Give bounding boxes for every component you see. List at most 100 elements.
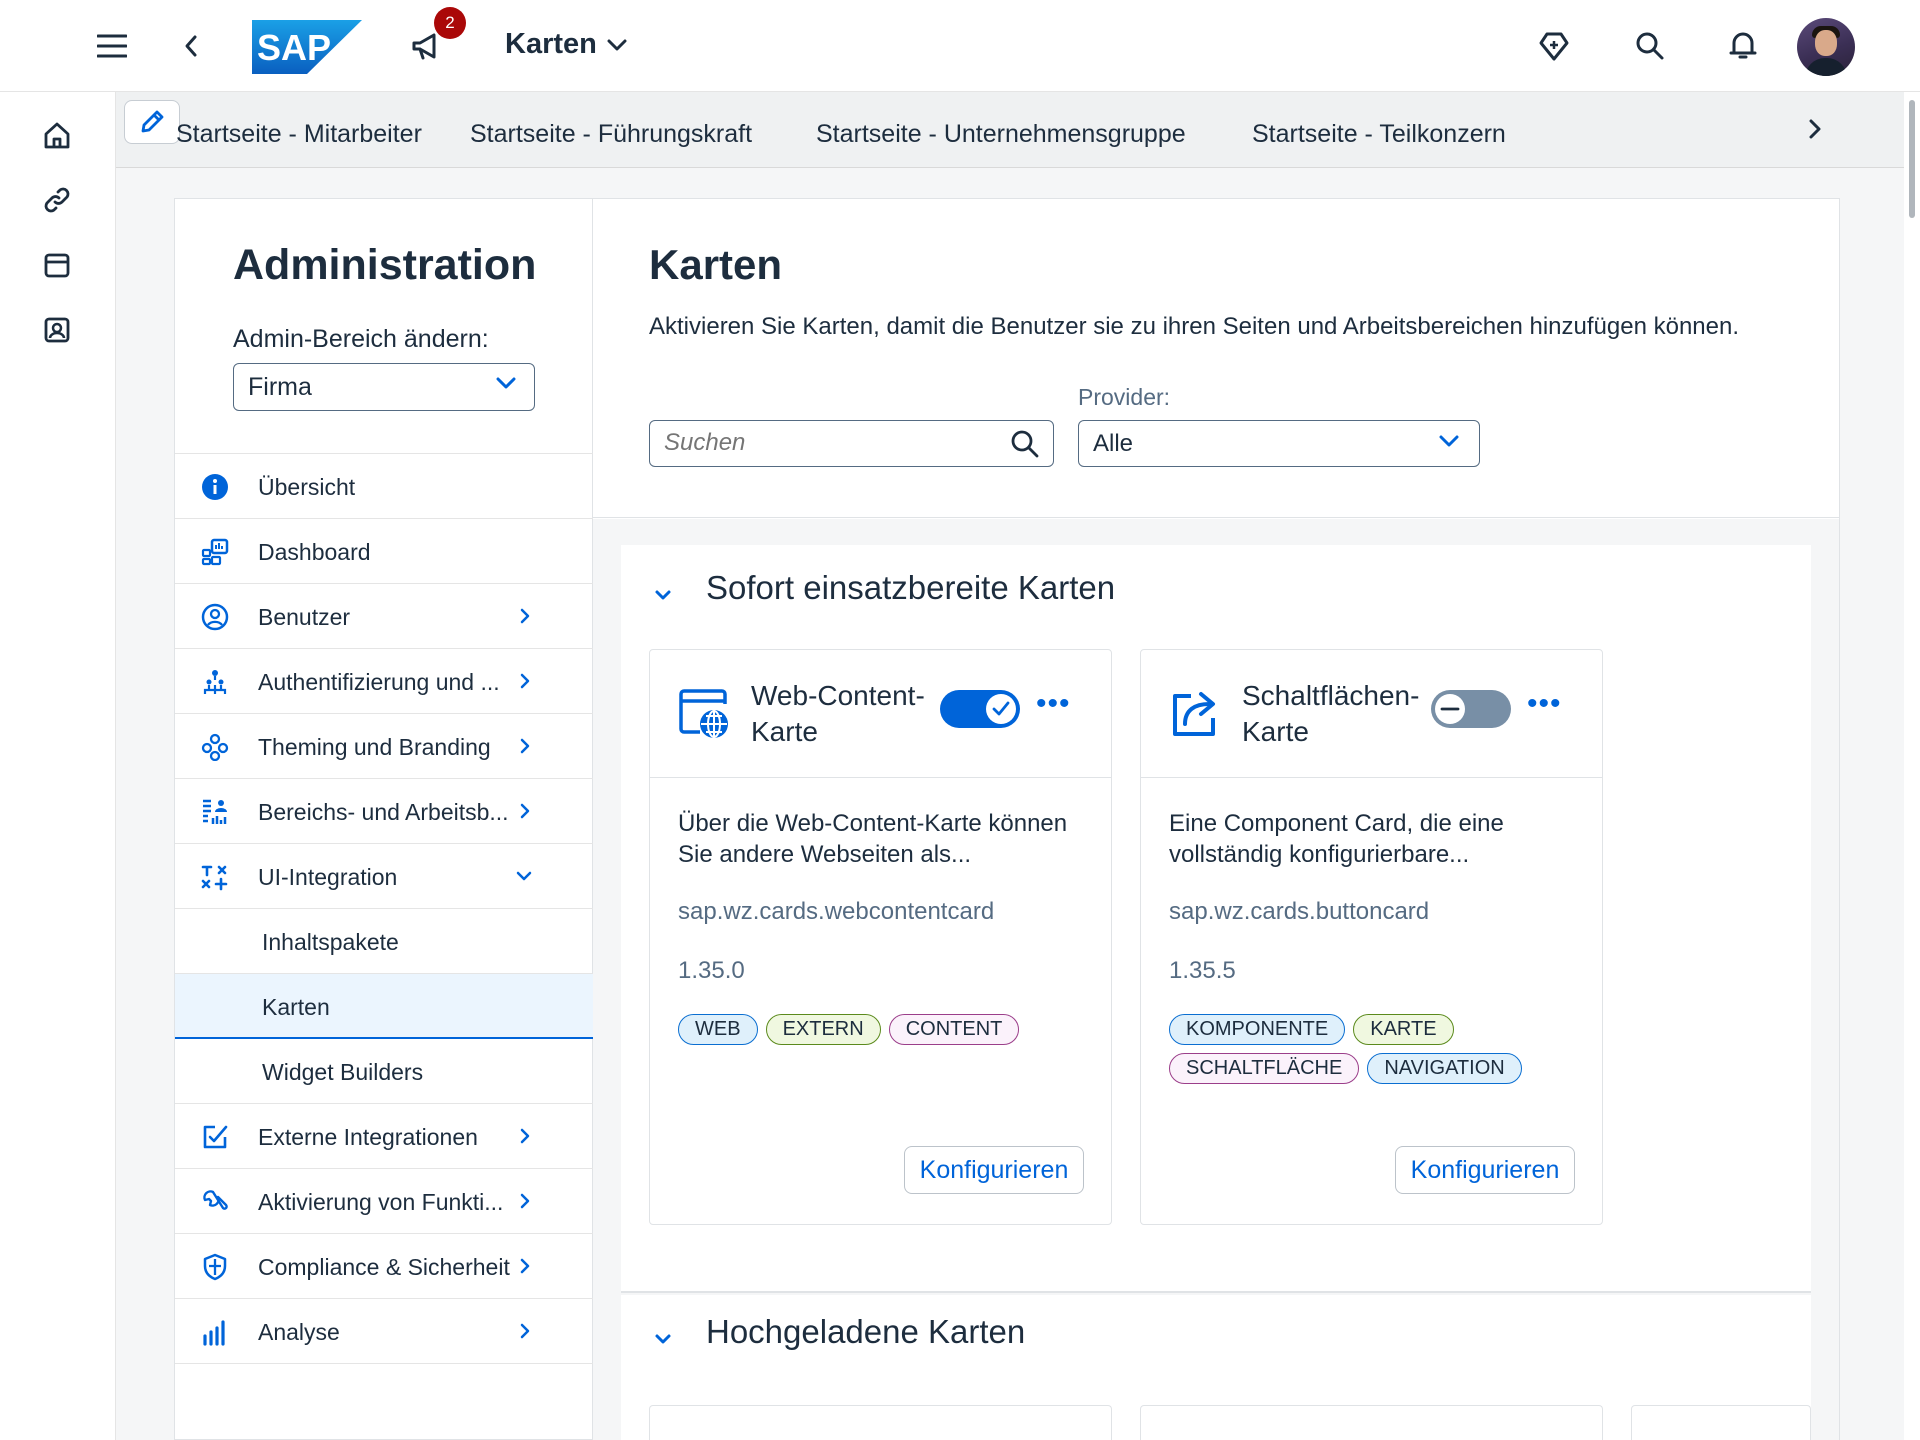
- page-scrollbar[interactable]: [1904, 92, 1920, 1440]
- diamond-icon[interactable]: [1534, 26, 1574, 66]
- nav-list: Übersicht Dashboard Benutzer Authentifiz…: [175, 453, 593, 1364]
- menu-icon[interactable]: [94, 28, 130, 64]
- back-icon[interactable]: [176, 28, 206, 64]
- chevron-right-icon: [520, 738, 530, 754]
- card-button: Schaltflächen-Karte ••• Eine Component C…: [1140, 649, 1603, 1225]
- card-web-content: Web-Content-Karte ••• Über die Web-Conte…: [649, 649, 1112, 1225]
- search-icon[interactable]: [1632, 28, 1668, 64]
- sap-logo[interactable]: SAP: [252, 20, 362, 74]
- section-uploaded-cards: Hochgeladene Karten: [621, 1295, 1811, 1440]
- user-icon: [201, 603, 229, 631]
- nav-item-label: Dashboard: [258, 539, 371, 565]
- chevron-right-icon[interactable]: [1800, 114, 1830, 144]
- uploaded-card: [649, 1405, 1112, 1440]
- chevron-down-icon: [1439, 435, 1459, 447]
- bell-icon[interactable]: [1724, 26, 1762, 64]
- chevron-right-icon: [520, 803, 530, 819]
- theme-icon: [201, 733, 229, 761]
- ui-integration-icon: [201, 863, 229, 891]
- chevron-right-icon: [520, 673, 530, 689]
- nav-item-inhaltspakete[interactable]: Inhaltspakete: [175, 909, 593, 974]
- user-avatar[interactable]: [1797, 18, 1855, 76]
- edit-tabs-button[interactable]: [124, 100, 180, 144]
- nav-item-widget-builders[interactable]: Widget Builders: [175, 1039, 593, 1104]
- info-icon: [201, 473, 229, 501]
- svg-text:SAP: SAP: [257, 27, 331, 68]
- configure-button[interactable]: Konfigurieren: [1395, 1146, 1575, 1194]
- nav-item-label: Authentifizierung und ...: [258, 669, 500, 695]
- link-icon[interactable]: [40, 183, 74, 217]
- content-header: Karten Aktivieren Sie Karten, damit die …: [593, 199, 1839, 518]
- nav-item-aktivierung[interactable]: Aktivierung von Funkti...: [175, 1169, 593, 1234]
- card-enable-switch[interactable]: [940, 690, 1020, 728]
- nav-item-authentifizierung[interactable]: Authentifizierung und ...: [175, 649, 593, 714]
- uploaded-card: [1140, 1405, 1603, 1440]
- nav-item-karten[interactable]: Karten: [175, 974, 593, 1039]
- nav-item-bereiche[interactable]: Bereichs- und Arbeitsb...: [175, 779, 593, 844]
- nav-item-label: Compliance & Sicherheit: [258, 1254, 510, 1280]
- page-tab-strip: Startseite - Mitarbeiter Startseite - Fü…: [116, 92, 1904, 168]
- nav-item-label: Analyse: [258, 1319, 340, 1345]
- chevron-right-icon: [520, 1258, 530, 1274]
- card-enable-switch[interactable]: [1431, 690, 1511, 728]
- nav-item-benutzer[interactable]: Benutzer: [175, 584, 593, 649]
- admin-navigation: Administration Admin-Bereich ändern: Fir…: [175, 199, 593, 1440]
- page-description: Aktivieren Sie Karten, damit die Benutze…: [649, 313, 1740, 340]
- more-options-icon[interactable]: •••: [1036, 689, 1071, 719]
- home-icon[interactable]: [40, 118, 74, 152]
- card-id: sap.wz.cards.webcontentcard: [678, 898, 995, 925]
- more-options-icon[interactable]: •••: [1527, 689, 1562, 719]
- search-field[interactable]: [649, 420, 1054, 467]
- app-title-menu[interactable]: Karten: [505, 28, 627, 61]
- analytics-icon: [201, 1318, 229, 1346]
- card-title: Web-Content-Karte: [751, 680, 925, 747]
- side-rail: [0, 92, 116, 1440]
- tag: CONTENT: [888, 1014, 1020, 1045]
- admin-area-select[interactable]: Firma: [233, 363, 535, 411]
- calendar-icon[interactable]: [40, 248, 74, 282]
- contact-card-icon[interactable]: [40, 313, 74, 347]
- section-ready-cards: Sofort einsatzbereite Karten Web-Content…: [621, 545, 1811, 1293]
- provider-value: Alle: [1093, 430, 1134, 457]
- nav-item-analyse[interactable]: Analyse: [175, 1299, 593, 1364]
- card-title: Schaltflächen-Karte: [1242, 680, 1420, 747]
- configure-button[interactable]: Konfigurieren: [904, 1146, 1084, 1194]
- shell-bar: SAP 2 Karten: [0, 0, 1920, 92]
- scrollbar-thumb[interactable]: [1909, 100, 1915, 218]
- card-header: Web-Content-Karte •••: [650, 650, 1111, 778]
- pencil-icon: [141, 110, 164, 133]
- nav-item-dashboard[interactable]: Dashboard: [175, 519, 593, 584]
- search-input[interactable]: [650, 421, 990, 465]
- nav-item-ui-integration[interactable]: UI-Integration: [175, 844, 593, 909]
- uploaded-card: [1631, 1405, 1811, 1440]
- share-card-icon: [1173, 692, 1215, 736]
- nav-item-externe-integrationen[interactable]: Externe Integrationen: [175, 1104, 593, 1169]
- chevron-right-icon: [520, 1193, 530, 1209]
- nav-item-compliance[interactable]: Compliance & Sicherheit: [175, 1234, 593, 1299]
- nav-item-label: Bereichs- und Arbeitsb...: [258, 799, 509, 825]
- tab-startseite-teilkonzern[interactable]: Startseite - Teilkonzern: [1252, 120, 1506, 149]
- wrench-icon: [201, 1188, 229, 1216]
- nav-item-label: Theming und Branding: [258, 734, 491, 760]
- hierarchy-icon: [201, 668, 229, 696]
- chevron-down-icon[interactable]: [649, 581, 677, 609]
- nav-item-theming[interactable]: Theming und Branding: [175, 714, 593, 779]
- admin-area-value: Firma: [248, 373, 312, 401]
- nav-title: Administration: [233, 241, 537, 289]
- card-id: sap.wz.cards.buttoncard: [1169, 898, 1430, 925]
- provider-select[interactable]: Alle: [1078, 420, 1480, 467]
- tab-startseite-mitarbeiter[interactable]: Startseite - Mitarbeiter: [176, 120, 422, 149]
- dashboard-icon: [201, 538, 229, 566]
- tab-startseite-fuehrungskraft[interactable]: Startseite - Führungskraft: [470, 120, 752, 149]
- tab-startseite-unternehmensgruppe[interactable]: Startseite - Unternehmensgruppe: [816, 120, 1186, 149]
- chevron-down-icon[interactable]: [649, 1325, 677, 1353]
- external-icon: [201, 1123, 229, 1151]
- card-version: 1.35.0: [678, 957, 745, 984]
- search-icon[interactable]: [1011, 430, 1039, 458]
- nav-item-label: UI-Integration: [258, 864, 398, 890]
- chevron-down-icon: [607, 39, 627, 50]
- card-tags: WEB EXTERN CONTENT: [678, 1014, 1093, 1045]
- nav-item-uebersicht[interactable]: Übersicht: [175, 454, 593, 519]
- web-card-icon: [679, 689, 728, 738]
- card-header: Schaltflächen-Karte •••: [1141, 650, 1602, 778]
